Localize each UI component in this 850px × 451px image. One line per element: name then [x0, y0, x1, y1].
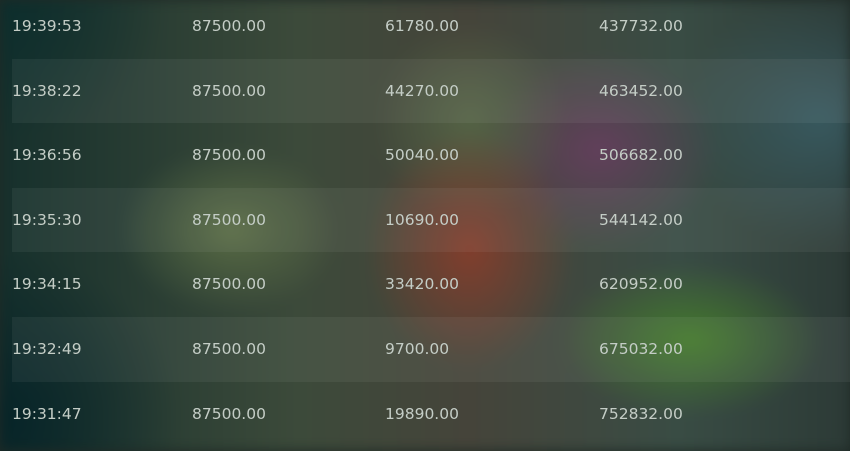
- value-cell: 9700.00: [385, 339, 450, 358]
- time-cell: 19:31:47: [12, 404, 82, 423]
- value-cell: 544142.00: [599, 210, 683, 229]
- time-cell: 19:38:22: [12, 81, 82, 100]
- time-cell: 19:35:30: [12, 210, 82, 229]
- table-row[interactable]: 19:35:30 87500.00 10690.00 544142.00: [12, 187, 850, 253]
- value-cell: 33420.00: [385, 275, 459, 294]
- value-cell: 437732.00: [599, 17, 683, 35]
- table-row[interactable]: 19:39:53 87500.00 61780.00 437732.00: [12, 0, 850, 59]
- time-cell: 19:36:56: [12, 146, 82, 165]
- value-cell: 87500.00: [192, 146, 266, 165]
- value-cell: 87500.00: [192, 17, 266, 35]
- value-cell: 463452.00: [599, 81, 683, 100]
- time-cell: 19:39:53: [12, 17, 82, 35]
- table-row[interactable]: 19:31:47 87500.00 19890.00 752832.00: [12, 382, 850, 447]
- value-cell: 752832.00: [599, 404, 683, 423]
- value-cell: 61780.00: [385, 17, 459, 35]
- value-cell: 10690.00: [385, 210, 459, 229]
- value-cell: 50040.00: [385, 146, 459, 165]
- value-cell: 19890.00: [385, 404, 459, 423]
- value-cell: 675032.00: [599, 339, 683, 358]
- value-cell: 87500.00: [192, 339, 266, 358]
- table-row[interactable]: 19:36:56 87500.00 50040.00 506682.00: [12, 123, 850, 188]
- time-cell: 19:32:49: [12, 339, 82, 358]
- table-row[interactable]: 19:38:22 87500.00 44270.00 463452.00: [12, 58, 850, 124]
- data-table: 19:39:53 87500.00 61780.00 437732.00 19:…: [12, 0, 850, 446]
- value-cell: 87500.00: [192, 275, 266, 294]
- table-row[interactable]: 19:32:49 87500.00 9700.00 675032.00: [12, 316, 850, 382]
- value-cell: 44270.00: [385, 81, 459, 100]
- value-cell: 87500.00: [192, 210, 266, 229]
- table-row[interactable]: 19:34:15 87500.00 33420.00 620952.00: [12, 252, 850, 317]
- value-cell: 620952.00: [599, 275, 683, 294]
- value-cell: 87500.00: [192, 81, 266, 100]
- value-cell: 87500.00: [192, 404, 266, 423]
- time-cell: 19:34:15: [12, 275, 82, 294]
- value-cell: 506682.00: [599, 146, 683, 165]
